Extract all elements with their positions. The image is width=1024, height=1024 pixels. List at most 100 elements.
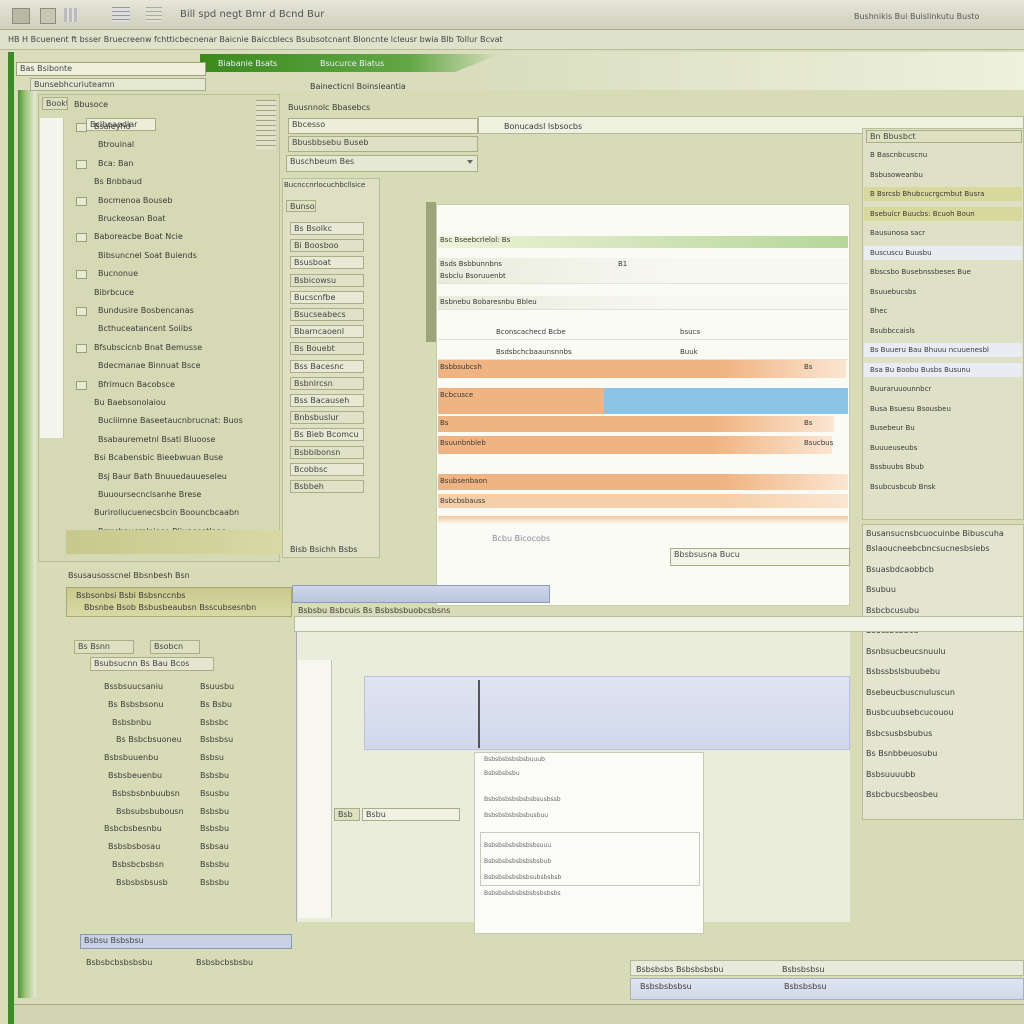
ribbon-tab-settings[interactable]: Bunsebhcuriuteamn [30, 78, 206, 91]
scroll-up-icon[interactable] [256, 100, 276, 150]
bottom-left-tab-1[interactable]: Bs Bsnn [74, 640, 134, 654]
tree-item[interactable]: Bs Bnbbaud [94, 177, 142, 186]
col2-item[interactable]: Bs Bouebt [290, 342, 364, 355]
right-header[interactable]: Bn Bbusbct [866, 130, 1022, 143]
col2-item[interactable]: Bsucseabecs [290, 308, 364, 321]
bottom-tree-item[interactable]: Bsbsbsbosau [108, 842, 160, 851]
center-field-1[interactable]: Bbcesso [288, 118, 478, 134]
right-list-item[interactable]: Bsbcbcusubu [866, 606, 919, 615]
right-item[interactable]: Bsuuebucsbs [870, 288, 916, 296]
tree-item[interactable]: Bfsubscicnb Bnat Bemusse [94, 343, 202, 352]
bottom-tree-item[interactable]: Bsbsbuuenbu [104, 753, 158, 762]
col2-item[interactable]: Bs Bieb Bcomcu [290, 428, 364, 441]
center-bottom-selection[interactable] [364, 676, 850, 750]
right-item[interactable]: Buscuscu Buusbu [870, 249, 932, 257]
col2-item[interactable]: Bsbbibonsn [290, 446, 364, 459]
bottom-tree-item[interactable]: Bs Bsbcbsuoneu [116, 735, 182, 744]
tree-item[interactable]: Bucnonue [98, 269, 138, 278]
bottom-tree-item[interactable]: Bsbsbeuenbu [108, 771, 162, 780]
col2-item[interactable]: Bsbicowsu [290, 274, 364, 287]
tree-item[interactable]: Bibsuncnel Soat Buiends [98, 251, 197, 260]
tree-item[interactable]: Bsj Baur Bath Bnuuedauueseleu [98, 472, 227, 481]
right-list-item[interactable]: Bsebeucbuscnuluscun [866, 688, 955, 697]
right-list-item[interactable]: Bsuasbdcaobbcb [866, 565, 934, 574]
col2-item[interactable]: Bss Bacauseh [290, 394, 364, 407]
list-icon[interactable] [146, 7, 162, 22]
tree-item[interactable]: Buriroliucuenecsbcin Boouncbcaabn [94, 508, 239, 517]
left-col2-title[interactable]: Bunsoc [286, 200, 316, 212]
right-list-item[interactable]: Bsbssbslsbuubebu [866, 667, 940, 676]
tree-checkbox[interactable] [76, 307, 87, 316]
menu-items[interactable]: HB H Bcuenent ft bsser Bruecreenw fchtti… [8, 35, 503, 44]
tree-item[interactable]: Btrouinal [98, 140, 134, 149]
center-bottom-field[interactable]: Bsb [334, 808, 360, 821]
right-item[interactable]: Bsa Bu Boobu Busbs Busunu [870, 366, 970, 374]
tree-item[interactable]: Bfrimucn Bacobsce [98, 380, 175, 389]
right-list-item[interactable]: Busbcuubsebcucouou [866, 708, 953, 717]
right-item[interactable]: Bsubbccaisls [870, 327, 915, 335]
right-item[interactable]: Buuueuseubs [870, 444, 917, 452]
right-item[interactable]: Busa Bsuesu Bsousbeu [870, 405, 951, 413]
ribbon-tab-home[interactable]: Bas Bsibonte [16, 62, 206, 76]
tree-item[interactable]: Bu Baebsonolaiou [94, 398, 166, 407]
bottom-tree-item[interactable]: Bsbsubsbubousn [116, 807, 184, 816]
bottom-tree-item[interactable]: Bsbsbcbsbsn [112, 860, 164, 869]
right-row[interactable] [864, 304, 1022, 318]
tree-item[interactable]: Bcthuceatancent Soiibs [98, 324, 192, 333]
col2-item[interactable]: Bnbsbuslur [290, 411, 364, 424]
tree-item[interactable]: Baboreacbe Boat Ncie [94, 232, 183, 241]
tree-item[interactable]: Bdecmanae Binnuat Bsce [98, 361, 201, 370]
ribbon-link[interactable]: Biabanie Bsats [218, 59, 277, 68]
tree-item[interactable]: Bca: Ban [98, 159, 134, 168]
col2-item[interactable]: Bsbnlrcsn [290, 377, 364, 390]
right-list-item[interactable]: Bsnbsucbeucsnuulu [866, 647, 946, 656]
tree-checkbox[interactable] [76, 381, 87, 390]
right-item[interactable]: Bhec [870, 307, 887, 315]
tree-item[interactable]: Bruckeosan Boat [98, 214, 166, 223]
table-icon[interactable] [112, 7, 130, 22]
right-item[interactable]: Buuraruuounnbcr [870, 385, 931, 393]
right-item[interactable]: Bbscsbo Busebnssbeses Bue [870, 268, 971, 276]
ribbon-link-2[interactable]: Bsucurce Biatus [320, 59, 384, 68]
right-list-item[interactable]: Bsbcbucsbeosbeu [866, 790, 938, 799]
center-dropdown[interactable]: Buschbeum Bes [286, 155, 478, 172]
tree-item[interactable]: Bundusire Bosbencanas [98, 306, 194, 315]
bottom-tree-item[interactable]: Bs Bsbsbsonu [108, 700, 163, 709]
menu-bar[interactable]: HB H Bcuenent ft bsser Bruecreenw fchtti… [0, 30, 1024, 50]
right-item[interactable]: Bsebuicr Buucbs: Bcuoh Boun [870, 210, 975, 218]
right-item[interactable]: Busebeur Bu [870, 424, 915, 432]
tree-item[interactable]: Bocmenoa Bouseb [98, 196, 173, 205]
right-list-item[interactable]: Bslaoucneebcbncsucnesbsiebs [866, 544, 990, 553]
right-item[interactable]: Bsbusoweanbu [870, 171, 923, 179]
app-icon[interactable] [12, 8, 30, 24]
tree-checkbox[interactable] [76, 270, 87, 279]
center-tab[interactable]: Bonucadsl Isbsocbs [504, 122, 582, 131]
tree-item[interactable]: Bibrbcuce [94, 288, 134, 297]
col2-item[interactable]: Bs Bsolkc [290, 222, 364, 235]
grid-icon[interactable] [64, 8, 78, 22]
tree-item[interactable]: Bsi Bcabensbic Bieebwuan Buse [94, 453, 223, 462]
tree-checkbox[interactable] [76, 233, 87, 242]
bottom-left-status-field[interactable]: Bsbsu Bsbsbsu [80, 934, 292, 949]
col2-item[interactable]: Bucscnfbe [290, 291, 364, 304]
col2-item[interactable]: Bsbbeh [290, 480, 364, 493]
left-header-tab[interactable]: Bookt [42, 97, 68, 110]
center-field-2[interactable]: Bbusbbsebu Buseb [288, 136, 478, 152]
col2-item[interactable]: Bbarncaoenl [290, 325, 364, 338]
tree-item[interactable]: Buuoursecnclsanhe Brese [98, 490, 201, 499]
chart-legend[interactable]: Bbsbsusna Bucu [670, 548, 850, 566]
tree-checkbox[interactable] [76, 123, 87, 132]
col2-item[interactable]: Bi Boosboo [290, 239, 364, 252]
bottom-left-sub[interactable]: Bsubsucnn Bs Bau Bcos [90, 657, 214, 671]
center-bottom-field-2[interactable]: Bsbu [362, 808, 460, 821]
right-item[interactable]: B Bascnbcuscnu [870, 151, 927, 159]
tree-item[interactable]: Bsabauremetnl Bsati Bluoose [98, 435, 215, 444]
right-list-item[interactable]: Bs Bsnbbeuosubu [866, 749, 937, 758]
right-item[interactable]: Bs Buueru Bau Bhuuu ncuuenesbl [870, 346, 989, 354]
tree-checkbox[interactable] [76, 197, 87, 206]
bottom-tree-item[interactable]: Bssbsuucsaniu [104, 682, 163, 691]
col2-item[interactable]: Bss Bacesnc [290, 360, 364, 373]
col2-item[interactable]: Bsusboat [290, 256, 364, 269]
right-list-item[interactable]: Bsbcsusbsbubus [866, 729, 932, 738]
right-list-item[interactable]: Bsbsuuuubb [866, 770, 915, 779]
